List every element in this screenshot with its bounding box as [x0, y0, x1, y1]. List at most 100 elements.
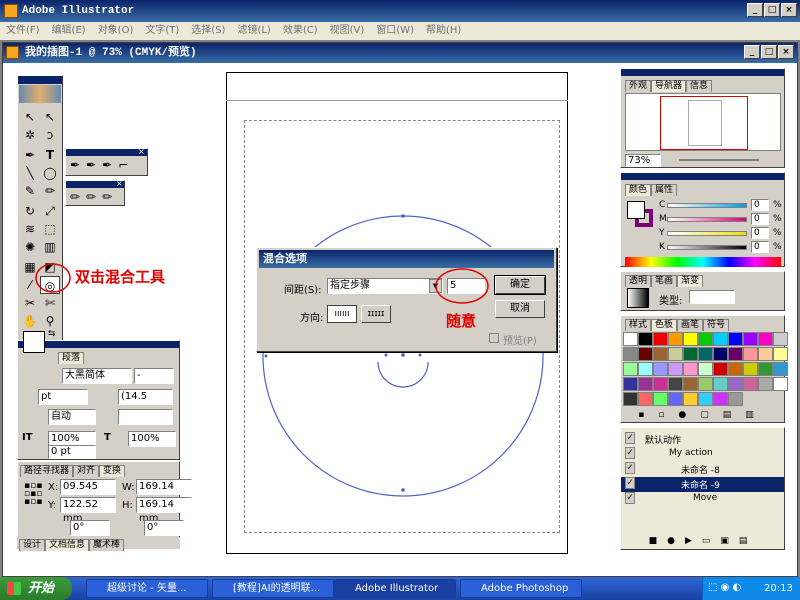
action-check-icon[interactable]: ✓ [625, 447, 635, 459]
graph-tool-icon[interactable]: ▥ [40, 238, 60, 256]
color-swatch[interactable] [773, 362, 788, 376]
free-transform-tool-icon[interactable]: ⬚ [40, 220, 60, 238]
color-fill-swatch[interactable] [627, 201, 645, 219]
color-swatch[interactable] [773, 377, 788, 391]
color-swatch[interactable] [728, 347, 743, 361]
cancel-button[interactable]: 取消 [495, 300, 545, 318]
pen-variants[interactable]: ✒✒✒⌐ [70, 158, 134, 172]
doc-maximize-button[interactable]: □ [761, 45, 777, 59]
panel-tab[interactable]: 魔术棒 [89, 539, 125, 551]
taskbar-item[interactable]: Adobe Illustrator [334, 579, 456, 598]
hand-tool-icon[interactable]: ✋ [20, 312, 40, 330]
color-swatch[interactable] [683, 362, 698, 376]
panel-tab[interactable]: 导航器 [651, 80, 687, 92]
channel-value[interactable]: 0 [751, 213, 769, 225]
panel-tab[interactable]: 变换 [99, 465, 126, 477]
action-row[interactable]: ✓ My action [621, 447, 784, 462]
swatch-buttons[interactable]: ▪▫●▢▤▥ [623, 410, 783, 422]
color-swatch[interactable] [743, 362, 758, 376]
shear-angle-field[interactable]: 0° [144, 520, 184, 536]
color-swatch[interactable] [698, 332, 713, 346]
reference-point-icon[interactable]: ▪▫▪ ▫▪▫ ▪▫▪ [24, 482, 42, 507]
panel-tab[interactable]: 符号 [703, 319, 730, 331]
baseline-shift-field[interactable]: 0 pt [48, 445, 96, 459]
menu-item[interactable]: 帮助(H) [426, 25, 461, 36]
panel-tab[interactable]: 样式 [625, 319, 652, 331]
color-swatch[interactable] [728, 392, 743, 406]
preview-checkbox[interactable] [489, 333, 499, 343]
panel-tab[interactable]: 外观 [625, 80, 652, 92]
color-swatch[interactable] [698, 377, 713, 391]
panel-tab[interactable]: 属性 [651, 184, 678, 196]
gradient-type-select[interactable] [689, 290, 735, 304]
menu-item[interactable]: 编辑(E) [52, 25, 86, 36]
color-swatch[interactable] [638, 332, 653, 346]
paintbrush-tool-icon[interactable]: ✎ [20, 182, 40, 200]
kerning-field[interactable]: 自动 [48, 409, 96, 425]
panel-tab[interactable]: 画笔 [677, 319, 704, 331]
menu-item[interactable]: 视图(V) [330, 25, 365, 36]
doc-close-button[interactable]: × [778, 45, 794, 59]
spacing-select[interactable]: 指定步骤 [327, 278, 443, 294]
color-swatch[interactable] [683, 332, 698, 346]
color-swatch[interactable] [713, 332, 728, 346]
menu-item[interactable]: 文字(T) [145, 25, 179, 36]
menu-item[interactable]: 文件(F) [6, 25, 40, 36]
color-swatch[interactable] [623, 392, 638, 406]
color-swatch[interactable] [713, 377, 728, 391]
taskbar-item[interactable]: 超级讨论 - 矢量... [86, 579, 208, 598]
warp-tool-icon[interactable]: ≋ [20, 220, 40, 238]
menu-item[interactable]: 选择(S) [191, 25, 225, 36]
color-swatch[interactable] [668, 347, 683, 361]
color-swatch[interactable] [623, 362, 638, 376]
action-check-icon[interactable]: ✓ [625, 492, 635, 504]
color-swatch[interactable] [668, 392, 683, 406]
color-swatch[interactable] [623, 332, 638, 346]
maximize-button[interactable]: □ [764, 3, 780, 17]
color-swatch[interactable] [758, 362, 773, 376]
color-swatch[interactable] [683, 392, 698, 406]
color-swatch[interactable] [728, 377, 743, 391]
panel-tab[interactable]: 色板 [651, 319, 678, 331]
minimize-button[interactable]: _ [747, 3, 763, 17]
color-swatch[interactable] [728, 362, 743, 376]
channel-slider[interactable] [667, 231, 747, 236]
tracking-field[interactable] [118, 409, 173, 425]
tab-paragraph[interactable]: 段落 [58, 352, 85, 364]
panel-tab[interactable]: 路径寻找器 [20, 465, 74, 477]
color-swatch[interactable] [653, 377, 668, 391]
magic-wand-tool-icon[interactable]: ✲ [20, 126, 40, 144]
align-to-page-button[interactable]: ıııııı [327, 305, 357, 323]
scale-tool-icon[interactable]: ⤢ [40, 202, 60, 220]
color-swatch[interactable] [668, 332, 683, 346]
color-swatch[interactable] [668, 377, 683, 391]
panel-tab[interactable]: 渐变 [677, 275, 704, 287]
color-swatch[interactable] [623, 377, 638, 391]
action-check-icon[interactable]: ✓ [625, 462, 635, 474]
selection-tool-icon[interactable]: ↖ [20, 108, 40, 126]
action-row[interactable]: ✓ 默认动作 [621, 432, 784, 447]
pen-tool-icon[interactable]: ✒ [20, 146, 40, 164]
ok-button[interactable]: 确定 [494, 275, 546, 295]
line-tool-icon[interactable]: ╲ [20, 164, 40, 182]
ellipse-tool-icon[interactable]: ◯ [40, 164, 60, 182]
action-check-icon[interactable]: ✓ [625, 432, 635, 444]
color-swatch[interactable] [638, 362, 653, 376]
color-swatch[interactable] [668, 362, 683, 376]
zoom-tool-icon[interactable]: ⚲ [40, 312, 60, 330]
fill-color-swatch[interactable] [23, 331, 45, 353]
close-button[interactable]: × [781, 3, 797, 17]
color-swatch[interactable] [713, 347, 728, 361]
align-to-path-button[interactable]: ɪɪɪɪɪ [361, 305, 391, 323]
color-swatch[interactable] [713, 362, 728, 376]
color-swatch[interactable] [713, 392, 728, 406]
action-row[interactable]: ✓ 未命名 -9 [621, 477, 784, 492]
menu-item[interactable]: 滤镜(L) [237, 25, 270, 36]
channel-slider[interactable] [667, 217, 747, 222]
color-swatch[interactable] [773, 347, 788, 361]
font-family-field[interactable]: 大黑简体 [62, 368, 132, 384]
direct-selection-tool-icon[interactable]: ↖ [40, 108, 60, 126]
panel-tab[interactable]: 透明 [625, 275, 652, 287]
channel-slider[interactable] [667, 203, 747, 208]
color-swatch[interactable] [653, 332, 668, 346]
